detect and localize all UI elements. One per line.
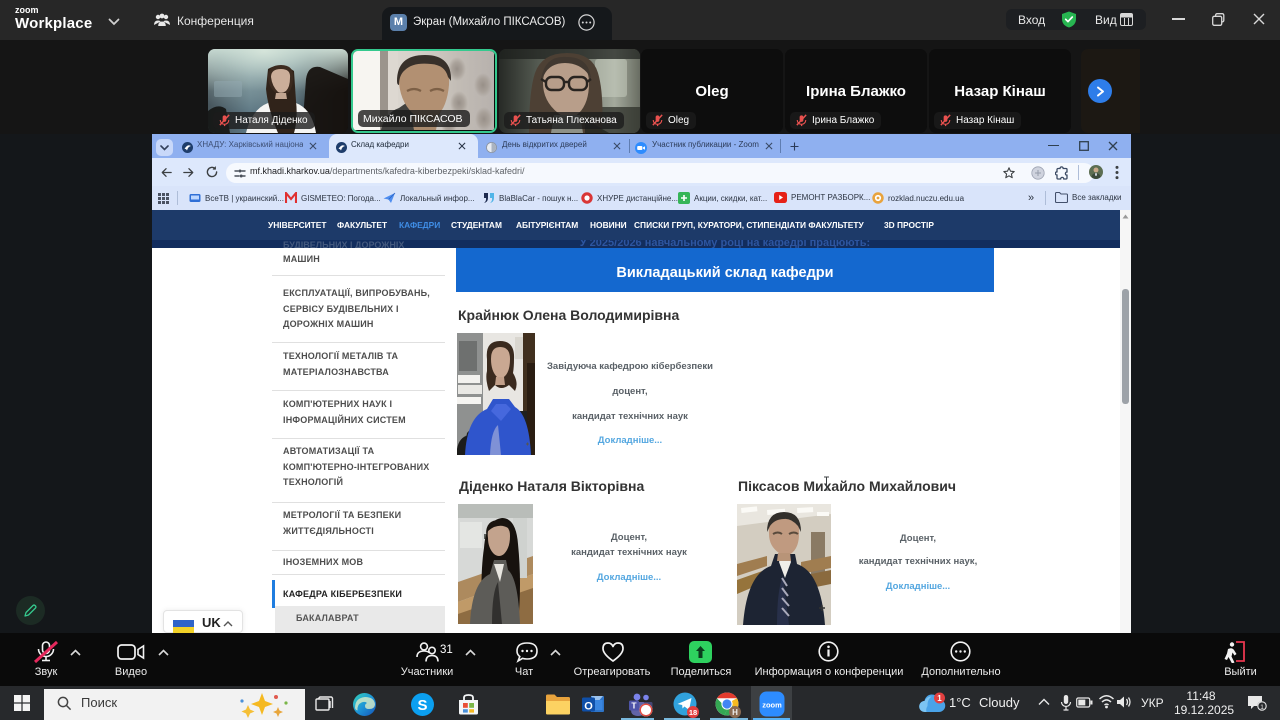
svg-text:1: 1	[937, 694, 942, 703]
svg-text:zoom: zoom	[762, 701, 782, 710]
svg-text:T: T	[631, 701, 637, 711]
svg-text:18: 18	[689, 708, 697, 717]
svg-text:S: S	[417, 697, 427, 714]
svg-text:H: H	[732, 708, 738, 717]
svg-text:O: O	[584, 701, 593, 713]
svg-text:1: 1	[1260, 704, 1264, 711]
